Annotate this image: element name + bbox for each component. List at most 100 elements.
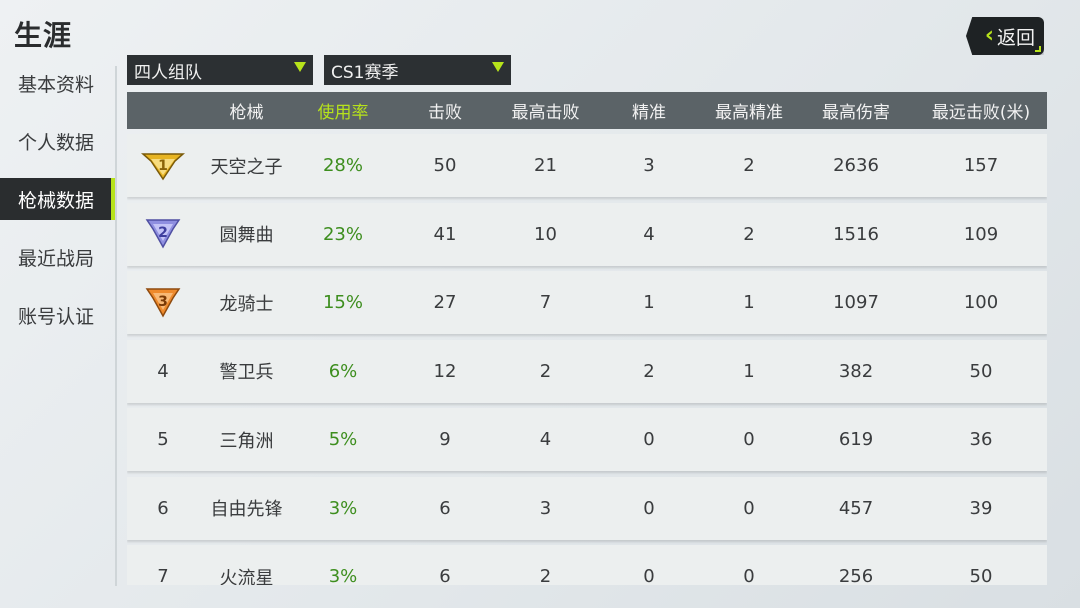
max-distance: 100	[963, 292, 999, 313]
table-row[interactable]: 4 警卫兵 6% 12 2 2 1 382 50	[127, 339, 1047, 403]
sidebar-item-basic-info[interactable]: 基本资料	[0, 62, 116, 104]
table-header: 枪械 使用率 击败 最高击败 精准 最高精准 最高伤害 最远击败(米)	[127, 92, 1047, 129]
sidebar-item-label: 基本资料	[18, 73, 95, 96]
triangle-down-icon	[294, 62, 306, 72]
rank-number: 6	[157, 497, 169, 519]
usage-rate: 23%	[322, 223, 363, 245]
usage-rate: 5%	[328, 429, 358, 450]
max-damage: 1097	[833, 292, 879, 313]
header-max-accuracy[interactable]: 最高精准	[705, 98, 793, 123]
usage-rate: 6%	[328, 360, 358, 382]
mode-dropdown-value: 四人组队	[134, 62, 202, 83]
bronze-medal-icon: 3	[127, 286, 199, 320]
gun-name: 自由先锋	[210, 499, 283, 520]
rank-number: 1	[158, 158, 168, 174]
sidebar-item-label: 最近战局	[18, 247, 95, 270]
sidebar: 基本资料 个人数据 枪械数据 最近战局 账号认证	[0, 62, 116, 352]
max-accuracy: 0	[743, 497, 755, 519]
table-row[interactable]: 7 火流星 3% 6 2 0 0 256 50	[127, 545, 1047, 585]
max-kills: 2	[539, 360, 552, 382]
table-row[interactable]: 3 龙骑士 15% 27 7 1 1 1097 100	[127, 271, 1047, 334]
kills: 27	[433, 292, 457, 313]
sidebar-item-recent-matches[interactable]: 最近战局	[0, 236, 116, 278]
gun-name: 三角洲	[219, 430, 274, 452]
max-accuracy: 1	[743, 292, 755, 313]
table-row[interactable]: 1 天空之子 28% 50 21 3 2 2636 157	[127, 134, 1047, 197]
rank-number: 2	[158, 225, 168, 241]
accuracy: 4	[643, 223, 655, 245]
max-damage: 457	[838, 497, 874, 519]
accuracy: 0	[643, 497, 655, 519]
season-dropdown[interactable]: CS1赛季	[324, 55, 511, 85]
header-accuracy[interactable]: 精准	[593, 98, 705, 123]
max-kills: 7	[539, 292, 552, 313]
kills: 50	[433, 155, 457, 176]
header-max-damage[interactable]: 最高伤害	[793, 98, 919, 123]
max-accuracy: 0	[743, 429, 755, 450]
back-button[interactable]: ‹ 返回	[966, 17, 1044, 55]
max-damage: 1516	[833, 223, 879, 245]
rank-number: 5	[157, 429, 169, 450]
rank-number: 4	[157, 360, 169, 382]
table-row[interactable]: 5 三角洲 5% 9 4 0 0 619 36	[127, 408, 1047, 471]
sidebar-divider	[115, 66, 117, 586]
gun-name: 天空之子	[210, 156, 283, 178]
max-accuracy: 0	[743, 566, 755, 585]
usage-rate: 15%	[322, 292, 363, 313]
max-distance: 157	[963, 155, 999, 176]
corner-accent-icon	[1035, 46, 1041, 52]
header-max-kills[interactable]: 最高击败	[498, 98, 593, 123]
max-distance: 39	[969, 497, 993, 519]
mode-dropdown[interactable]: 四人组队	[127, 55, 313, 85]
max-accuracy: 1	[743, 360, 755, 382]
gun-stats-table: 枪械 使用率 击败 最高击败 精准 最高精准 最高伤害 最远击败(米) 1 天空…	[127, 92, 1047, 585]
sidebar-item-account-verify[interactable]: 账号认证	[0, 294, 116, 336]
max-kills: 10	[534, 223, 557, 245]
rank-number: 7	[157, 566, 169, 585]
kills: 9	[439, 429, 451, 450]
sidebar-item-gun-data[interactable]: 枪械数据	[0, 178, 116, 220]
accuracy: 3	[643, 155, 655, 176]
kills: 6	[439, 497, 451, 519]
gun-name: 警卫兵	[219, 362, 274, 383]
header-kills[interactable]: 击败	[392, 98, 498, 123]
page-title: 生涯	[14, 19, 73, 52]
max-damage: 382	[838, 360, 874, 382]
max-distance: 50	[969, 360, 993, 382]
max-accuracy: 2	[743, 223, 755, 245]
chevron-left-icon: ‹	[984, 23, 994, 48]
sidebar-item-label: 枪械数据	[18, 189, 95, 212]
kills: 6	[439, 566, 451, 585]
max-distance: 109	[963, 223, 999, 245]
max-distance: 36	[969, 429, 993, 450]
sidebar-item-label: 账号认证	[18, 305, 95, 328]
usage-rate: 28%	[322, 155, 363, 176]
max-kills: 3	[539, 497, 552, 519]
header-max-distance[interactable]: 最远击败(米)	[919, 98, 1043, 123]
back-label: 返回	[996, 26, 1035, 49]
gun-name: 火流星	[219, 567, 274, 586]
max-kills: 21	[534, 155, 557, 176]
sidebar-item-label: 个人数据	[18, 131, 95, 154]
kills: 41	[433, 223, 457, 245]
gun-name: 龙骑士	[219, 293, 274, 315]
table-row[interactable]: 6 自由先锋 3% 6 3 0 0 457 39	[127, 476, 1047, 540]
max-accuracy: 2	[743, 155, 755, 176]
header-gun: 枪械	[229, 103, 264, 123]
usage-rate: 3%	[328, 497, 358, 519]
kills: 12	[433, 360, 457, 382]
gun-name: 圆舞曲	[219, 225, 274, 246]
max-kills: 4	[539, 429, 552, 450]
header-usage[interactable]: 使用率	[294, 98, 392, 123]
usage-rate: 3%	[328, 566, 358, 585]
max-distance: 50	[969, 566, 993, 585]
silver-medal-icon: 2	[127, 217, 199, 251]
triangle-down-icon	[492, 62, 504, 72]
max-kills: 2	[539, 566, 552, 585]
max-damage: 256	[838, 566, 874, 585]
max-damage: 2636	[833, 155, 879, 176]
season-dropdown-value: CS1赛季	[331, 62, 399, 83]
sidebar-item-personal-data[interactable]: 个人数据	[0, 120, 116, 162]
accuracy: 2	[643, 360, 655, 382]
table-row[interactable]: 2 圆舞曲 23% 41 10 4 2 1516 109	[127, 202, 1047, 266]
